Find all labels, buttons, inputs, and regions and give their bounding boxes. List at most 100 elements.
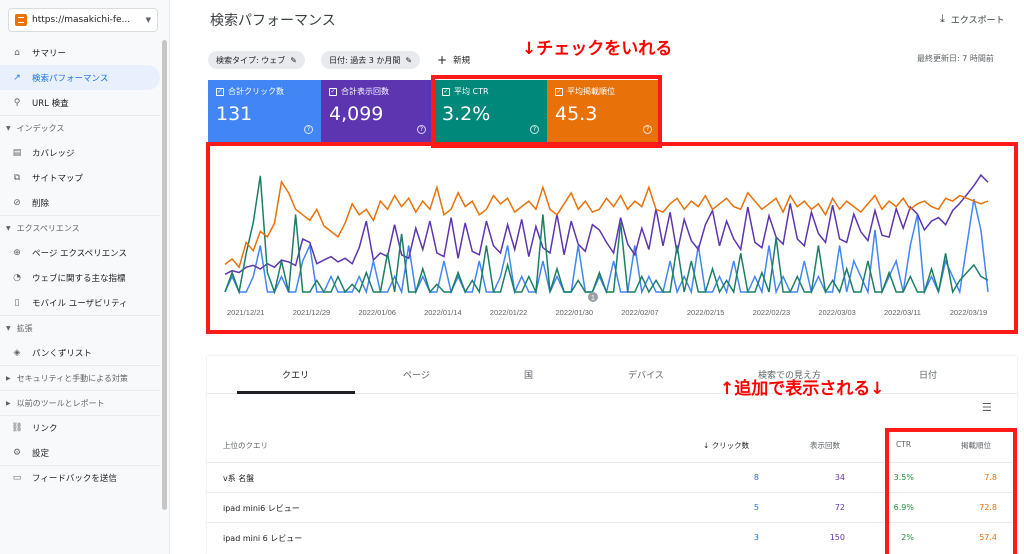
sidebar-item-label: ウェブに関する主な指標 — [32, 273, 126, 284]
x-tick-label: 2022/03/03 — [818, 308, 856, 317]
sidebar-item-label: モバイル ユーザビリティ — [32, 298, 128, 309]
sitemap-icon: ⧉ — [13, 172, 21, 183]
sidebar-item-label: 検索パフォーマンス — [32, 73, 109, 84]
property-label: https://masakichi-fe... — [32, 15, 131, 25]
sidebar-item-performance[interactable]: ↗ 検索パフォーマンス — [0, 65, 160, 90]
header-clicks-label: クリック数 — [711, 441, 750, 450]
property-icon — [15, 14, 27, 26]
section-experience[interactable]: ▼ エクスペリエンス — [0, 215, 160, 240]
card-label: 合計表示回数 — [341, 87, 389, 96]
sidebar-scrollbar[interactable] — [162, 40, 167, 510]
last-updated: 最終更新日: 7 時間前 — [917, 54, 994, 63]
sidebar-item-links[interactable]: ⛓ リンク — [0, 415, 160, 440]
series-line-3 — [224, 179, 989, 269]
sidebar-item-feedback[interactable]: ▭ フィードバックを送信 — [0, 465, 160, 490]
sidebar-item-removals[interactable]: ⊘ 削除 — [0, 190, 160, 215]
sidebar-item-summary[interactable]: ⌂ サマリー — [0, 40, 160, 65]
sidebar-item-label: フィードバックを送信 — [32, 474, 117, 484]
x-tick-label: 2022/02/23 — [753, 308, 791, 317]
chevron-down-icon: ▼ — [145, 16, 151, 24]
section-enhancements[interactable]: ▼ 拡張 — [0, 315, 160, 340]
metric-card-clicks[interactable]: ✓ 合計クリック数 131 ? — [208, 80, 321, 142]
active-tab-indicator — [237, 391, 355, 394]
coverage-icon: ▤ — [12, 147, 22, 158]
annotation-marker[interactable]: 1 — [588, 292, 598, 302]
section-legacy-tools[interactable]: ▶ 以前のツールとレポート — [0, 390, 160, 415]
tab-pages[interactable]: ページ — [403, 368, 430, 381]
x-tick-label: 2022/03/11 — [884, 308, 921, 317]
filter-rows-icon[interactable]: ☰ — [982, 401, 992, 414]
x-tick-label: 2021/12/21 — [227, 308, 265, 317]
plus-circle-icon: ⊕ — [13, 247, 21, 258]
sidebar-item-mobile-usability[interactable]: ▯ モバイル ユーザビリティ — [0, 290, 160, 315]
tab-dates[interactable]: 日付 — [919, 368, 937, 381]
sidebar-item-coverage[interactable]: ▤ カバレッジ — [0, 140, 160, 165]
sidebar-item-core-web-vitals[interactable]: ◔ ウェブに関する主な指標 — [0, 265, 160, 290]
cell-clicks: 3 — [753, 533, 759, 542]
highlight-box-columns — [885, 428, 1017, 554]
highlight-box-cards — [431, 75, 662, 148]
new-filter-button[interactable]: + 新規 — [437, 51, 470, 69]
sidebar-item-page-experience[interactable]: ⊕ ページ エクスペリエンス — [0, 240, 160, 265]
sidebar-item-url-inspection[interactable]: ⚲ URL 検査 — [0, 90, 160, 115]
home-icon: ⌂ — [14, 47, 20, 58]
cell-query: v系 名盤 — [223, 474, 255, 483]
sort-arrow-icon: ↓ — [703, 441, 710, 450]
sidebar-item-label: カバレッジ — [32, 148, 75, 159]
section-label: 以前のツールとレポート — [16, 398, 105, 408]
sidebar-item-label: 設定 — [32, 448, 50, 459]
trending-up-icon: ↗ — [13, 72, 21, 83]
x-tick-label: 2022/01/14 — [424, 308, 462, 317]
tab-countries[interactable]: 国 — [524, 368, 533, 381]
property-selector[interactable]: https://masakichi-fe... ▼ — [8, 8, 158, 32]
annotation-marker-label: 1 — [591, 295, 595, 302]
sidebar-item-breadcrumbs[interactable]: ◈ パンくずリスト — [0, 340, 160, 365]
x-tick-label: 2022/02/15 — [687, 308, 725, 317]
layers-icon: ◈ — [13, 347, 21, 358]
tab-devices[interactable]: デバイス — [628, 368, 664, 381]
date-filter[interactable]: 日付: 過去 3 か月間 ✎ — [321, 51, 421, 69]
performance-chart[interactable]: 2021/12/21 2021/12/29 2022/01/06 2022/01/14… — [213, 150, 1008, 330]
section-label: エクスペリエンス — [16, 223, 80, 233]
link-icon: ⛓ — [11, 423, 23, 433]
export-button[interactable]: ⤓ エクスポート — [940, 12, 1005, 26]
card-value: 4,099 — [329, 103, 384, 125]
sidebar: https://masakichi-fe... ▼ ⌂ サマリー ↗ 検索パフォ… — [0, 0, 170, 554]
new-label: 新規 — [453, 56, 471, 66]
sidebar-item-label: 削除 — [32, 198, 50, 209]
section-label: セキュリティと手動による対策 — [16, 373, 128, 383]
section-label: 拡張 — [16, 323, 33, 333]
cell-query: ipad mini6 レビュー — [223, 504, 300, 513]
help-icon[interactable]: ? — [417, 125, 426, 134]
sidebar-item-sitemaps[interactable]: ⧉ サイトマップ — [0, 165, 160, 190]
x-tick-label: 2022/01/22 — [490, 308, 528, 317]
tab-bar: クエリ ページ 国 デバイス 検索での見え方 日付 — [207, 356, 1017, 394]
sidebar-item-settings[interactable]: ⚙ 設定 — [0, 440, 160, 465]
pencil-icon: ✎ — [405, 55, 413, 65]
header-clicks[interactable]: ↓ クリック数 — [703, 440, 749, 451]
plus-icon: + — [437, 53, 448, 67]
sidebar-item-label: ページ エクスペリエンス — [32, 248, 128, 259]
checkbox-icon: ✓ — [216, 87, 224, 96]
sidebar-item-label: サマリー — [32, 48, 67, 59]
x-tick-label: 2022/01/06 — [358, 308, 396, 317]
header-impressions[interactable]: 表示回数 — [810, 440, 840, 451]
help-icon[interactable]: ? — [304, 125, 313, 134]
cell-impressions: 72 — [834, 503, 845, 512]
metric-card-impressions[interactable]: ✓ 合計表示回数 4,099 ? — [321, 80, 434, 142]
cell-impressions: 34 — [834, 473, 845, 482]
feedback-icon: ▭ — [12, 473, 22, 483]
gauge-icon: ◔ — [13, 272, 21, 283]
tab-queries[interactable]: クエリ — [282, 368, 309, 381]
caret-right-icon: ▶ — [6, 399, 11, 407]
section-security[interactable]: ▶ セキュリティと手動による対策 — [0, 365, 160, 390]
x-tick-label: 2022/02/07 — [621, 308, 659, 317]
annotation-bottom: ↑追加で表示される↓ — [720, 379, 885, 399]
cell-clicks: 5 — [753, 503, 759, 512]
section-index[interactable]: ▼ インデックス — [0, 115, 160, 140]
search-type-label: 検索タイプ: ウェブ — [216, 55, 286, 65]
header-query: 上位のクエリ — [223, 441, 268, 450]
search-type-filter[interactable]: 検索タイプ: ウェブ ✎ — [208, 51, 305, 69]
x-tick-label: 2022/01/30 — [556, 308, 594, 317]
caret-right-icon: ▶ — [6, 374, 11, 382]
